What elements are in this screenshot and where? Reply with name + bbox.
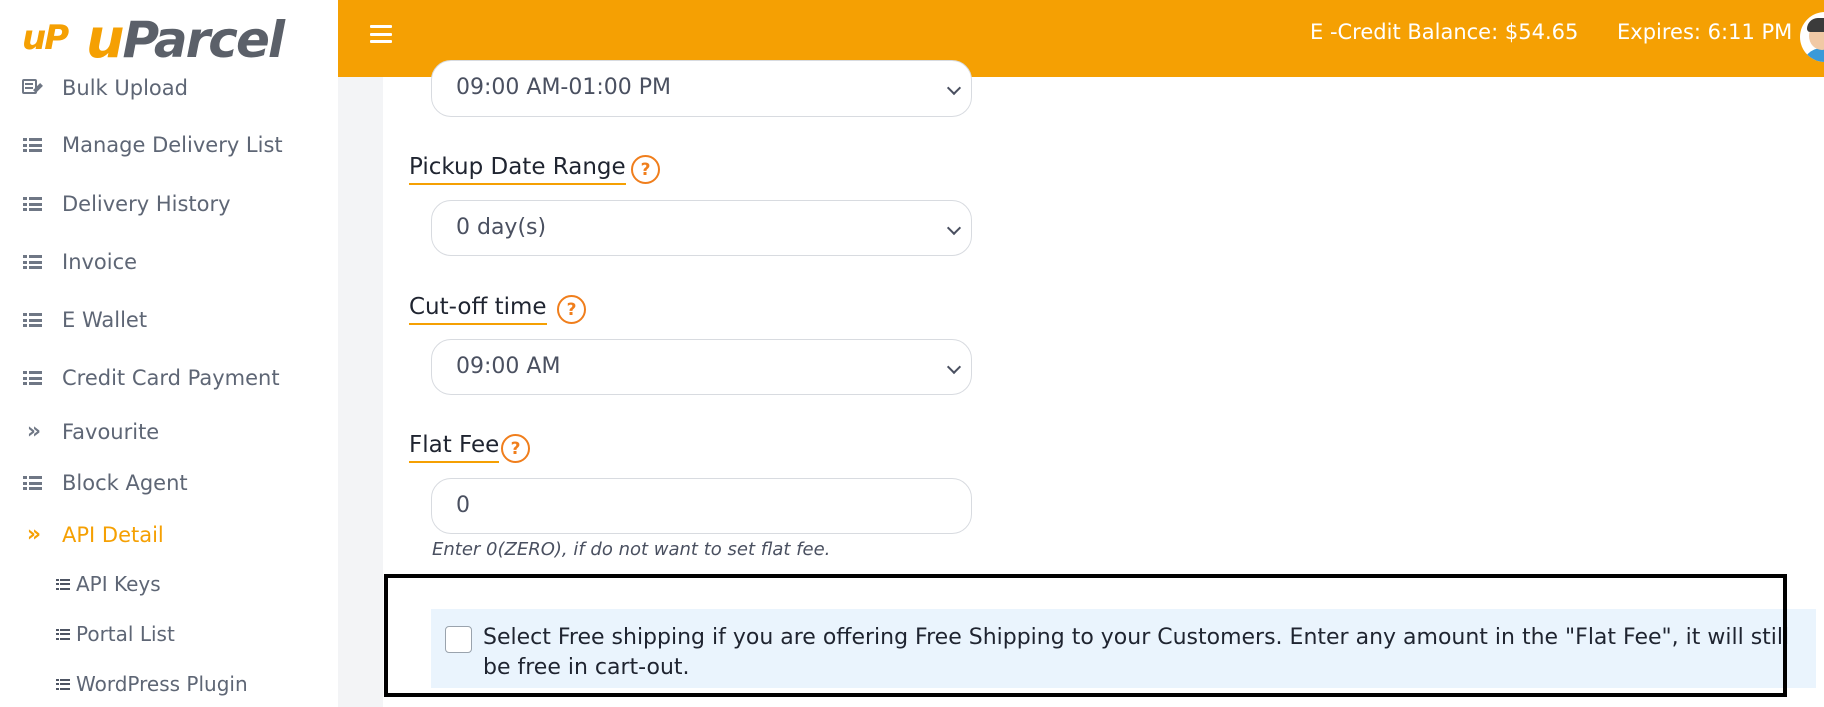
flat-fee-label: Flat Fee — [409, 432, 500, 463]
logo-first: u — [86, 7, 124, 70]
pickup-date-range-label: Pickup Date Range — [409, 154, 626, 185]
sidebar-item-label: API Detail — [62, 523, 164, 547]
logo-mark: uP — [22, 18, 69, 58]
help-icon[interactable]: ? — [631, 155, 660, 184]
expiry-time: Expires: 6:11 PM — [1617, 20, 1793, 44]
flat-fee-input[interactable]: 0 — [431, 478, 972, 534]
edit-list-icon — [22, 78, 43, 98]
sidebar-item-bulk-upload[interactable]: Bulk Upload — [0, 68, 338, 108]
cutoff-time-label: Cut-off time — [409, 294, 547, 325]
hamburger-menu-icon[interactable] — [370, 25, 392, 43]
sidebar-item-label: Bulk Upload — [62, 76, 188, 100]
sidebar-item-block-agent[interactable]: Block Agent — [0, 463, 338, 503]
list-icon — [22, 252, 42, 272]
list-icon — [22, 310, 42, 330]
double-chevron-icon: ›› — [26, 419, 41, 444]
sidebar-item-favourite[interactable]: ›› Favourite — [0, 412, 338, 452]
list-icon — [22, 368, 42, 388]
sidebar-item-manage-delivery-list[interactable]: Manage Delivery List — [0, 125, 338, 165]
sidebar-item-label: Credit Card Payment — [62, 366, 280, 390]
sidebar-subitem-api-keys[interactable]: API Keys — [56, 567, 161, 601]
list-icon — [22, 473, 42, 493]
uparcel-logo[interactable]: uP uParcel — [22, 6, 312, 72]
sidebar-item-delivery-history[interactable]: Delivery History — [0, 184, 338, 224]
sidebar-subitem-wordpress-plugin[interactable]: WordPress Plugin — [56, 667, 248, 701]
chevron-down-icon — [946, 80, 962, 96]
cutoff-time-select[interactable]: 09:00 AM — [431, 339, 972, 395]
sidebar-item-api-detail[interactable]: ›› API Detail — [0, 515, 338, 555]
credit-balance: E -Credit Balance: $54.65 — [1310, 20, 1579, 44]
sidebar-subitem-label: API Keys — [76, 572, 161, 596]
sidebar: uP uParcel Bulk Upload Manage Delivery L… — [0, 0, 338, 707]
sidebar-item-label: Delivery History — [62, 192, 231, 216]
flat-fee-hint: Enter 0(ZERO), if do not want to set fla… — [432, 539, 831, 560]
sidebar-item-credit-card-payment[interactable]: Credit Card Payment — [0, 358, 338, 398]
sidebar-item-e-wallet[interactable]: E Wallet — [0, 300, 338, 340]
list-icon — [56, 628, 70, 640]
sidebar-subitem-label: Portal List — [76, 622, 175, 646]
cutoff-time-value: 09:00 AM — [456, 354, 561, 379]
help-icon[interactable]: ? — [501, 434, 530, 463]
sidebar-item-label: Block Agent — [62, 471, 188, 495]
sidebar-item-label: Favourite — [62, 420, 160, 444]
sidebar-item-label: Manage Delivery List — [62, 133, 283, 157]
list-icon — [22, 194, 42, 214]
user-avatar[interactable] — [1800, 12, 1824, 62]
logo-rest: Parcel — [122, 11, 285, 69]
list-icon — [22, 135, 42, 155]
sidebar-subitem-label: WordPress Plugin — [76, 672, 248, 696]
double-chevron-icon: ›› — [26, 522, 41, 547]
pickup-date-range-value: 0 day(s) — [456, 215, 547, 240]
time-slot-value: 09:00 AM-01:00 PM — [456, 75, 672, 100]
chevron-down-icon — [946, 359, 962, 375]
list-icon — [56, 578, 70, 590]
sidebar-item-invoice[interactable]: Invoice — [0, 242, 338, 282]
sidebar-subitem-portal-list[interactable]: Portal List — [56, 617, 175, 651]
highlight-frame — [384, 574, 1787, 697]
pickup-date-range-select[interactable]: 0 day(s) — [431, 200, 972, 256]
sidebar-item-label: Invoice — [62, 250, 138, 274]
logo-wordmark: uParcel — [86, 6, 285, 73]
chevron-down-icon — [946, 220, 962, 236]
time-slot-select[interactable]: 09:00 AM-01:00 PM — [431, 60, 972, 117]
flat-fee-value: 0 — [456, 493, 470, 518]
sidebar-item-label: E Wallet — [62, 308, 148, 332]
help-icon[interactable]: ? — [557, 295, 586, 324]
list-icon — [56, 678, 70, 690]
